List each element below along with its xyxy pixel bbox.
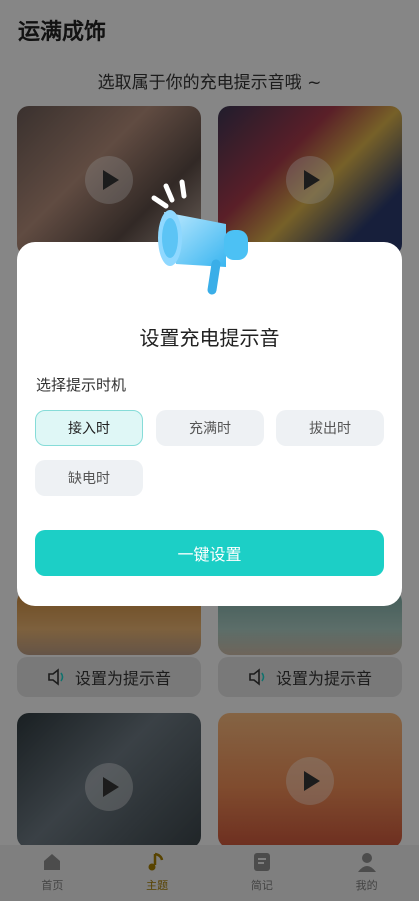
option-plug-in[interactable]: 接入时 — [35, 410, 143, 446]
timing-section-label: 选择提示时机 — [36, 376, 127, 394]
option-unplug[interactable]: 拔出时 — [276, 410, 384, 446]
dialog-title: 设置充电提示音 — [139, 326, 280, 350]
option-full-charge[interactable]: 充满时 — [156, 410, 264, 446]
one-click-set-button[interactable]: 一键设置 — [35, 530, 384, 576]
option-low-battery[interactable]: 缺电时 — [35, 460, 143, 496]
megaphone-icon — [151, 179, 248, 295]
